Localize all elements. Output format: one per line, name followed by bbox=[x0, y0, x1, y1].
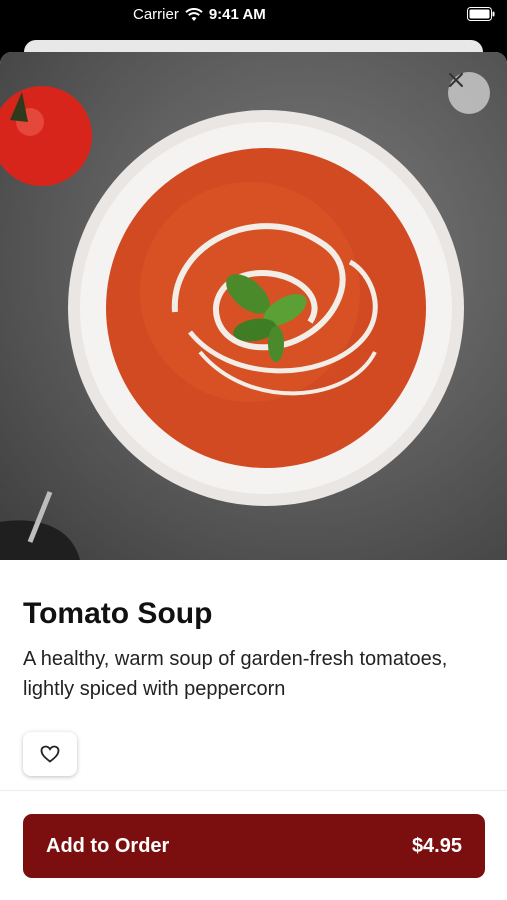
product-image bbox=[0, 52, 507, 560]
status-left: Carrier 9:41 AM bbox=[133, 6, 266, 23]
close-icon bbox=[449, 73, 463, 87]
status-bar: Carrier 9:41 AM bbox=[0, 0, 507, 32]
divider bbox=[0, 790, 507, 791]
order-label: Add to Order bbox=[46, 834, 170, 857]
close-button[interactable] bbox=[448, 72, 490, 114]
product-description: A healthy, warm soup of garden-fresh tom… bbox=[23, 648, 448, 700]
add-to-order-button[interactable]: Add to Order $4.95 bbox=[23, 814, 485, 878]
favorite-button[interactable] bbox=[23, 732, 77, 776]
soup-illustration bbox=[0, 86, 464, 560]
status-time: 9:41 AM bbox=[208, 6, 266, 23]
product-sheet: Tomato Soup A healthy, warm soup of gard… bbox=[0, 52, 507, 900]
product-title: Tomato Soup bbox=[23, 597, 213, 630]
wifi-icon bbox=[185, 7, 203, 21]
order-price: $4.95 bbox=[411, 834, 462, 857]
carrier-label: Carrier bbox=[133, 6, 179, 23]
battery-icon bbox=[467, 7, 495, 21]
heart-icon bbox=[40, 745, 60, 763]
